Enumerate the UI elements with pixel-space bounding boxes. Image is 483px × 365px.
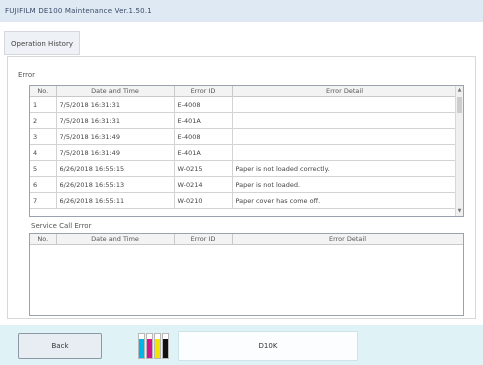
tab-label: Operation History [11,40,73,48]
cell-no: 2 [30,112,57,129]
cell-error-id: E-4008 [174,128,233,145]
cell-datetime: 6/26/2018 16:55:13 [56,176,175,193]
error-table: No. Date and Time Error ID Error Detail … [29,85,464,217]
cell-datetime: 7/5/2018 16:31:49 [56,128,175,145]
cell-datetime: 7/5/2018 16:31:49 [56,144,175,161]
scroll-up-arrow-icon[interactable]: ▲ [456,86,463,95]
ink-fill [163,338,168,358]
cell-datetime: 6/26/2018 16:55:15 [56,160,175,177]
cell-detail [232,112,458,129]
cell-no: 4 [30,144,57,161]
table-row[interactable]: 2 7/5/2018 16:31:31 E-401A [30,112,458,129]
col-header-error-id[interactable]: Error ID [174,86,233,97]
cell-error-id: E-4008 [174,96,233,113]
col-header-error-detail[interactable]: Error Detail [232,86,458,97]
cell-datetime: 6/26/2018 16:55:11 [56,192,175,209]
scroll-thumb[interactable] [457,97,462,113]
ink-level-yellow-icon [154,333,161,359]
cell-error-id: E-401A [174,112,233,129]
col-header-date[interactable]: Date and Time [56,86,175,97]
cell-detail: Paper is not loaded. [232,176,458,193]
error-grid: No. Date and Time Error ID Error Detail … [30,86,458,209]
table-row[interactable]: 4 7/5/2018 16:31:49 E-401A [30,144,458,161]
cell-detail [232,128,458,145]
cell-detail [232,96,458,113]
cell-detail: Paper cover has come off. [232,192,458,209]
tab-operation-history[interactable]: Operation History [4,31,80,55]
cell-detail [232,144,458,161]
col-header-no[interactable]: No. [30,234,57,245]
window-title: FUJIFILM DE100 Maintenance Ver.1.50.1 [5,7,152,15]
ink-fill [155,338,160,358]
bottom-bar: Back D10K [0,325,483,365]
cell-no: 5 [30,160,57,177]
col-header-error-detail[interactable]: Error Detail [232,234,463,245]
col-header-error-id[interactable]: Error ID [174,234,233,245]
service-grid: No. Date and Time Error ID Error Detail [30,234,463,245]
cell-error-id: W-0214 [174,176,233,193]
ink-level-magenta-icon [146,333,153,359]
cell-no: 3 [30,128,57,145]
printer-status: D10K [178,331,358,361]
cell-datetime: 7/5/2018 16:31:31 [56,96,175,113]
cell-no: 7 [30,192,57,209]
cell-error-id: W-0210 [174,192,233,209]
cell-error-id: E-401A [174,144,233,161]
table-row[interactable]: 5 6/26/2018 16:55:15 W-0215 Paper is not… [30,160,458,177]
cell-datetime: 7/5/2018 16:31:31 [56,112,175,129]
cell-detail: Paper is not loaded correctly. [232,160,458,177]
scroll-down-arrow-icon[interactable]: ▼ [456,207,463,216]
back-button[interactable]: Back [18,333,102,359]
col-header-date[interactable]: Date and Time [56,234,175,245]
service-header-row: No. Date and Time Error ID Error Detail [30,234,463,245]
ink-fill [147,338,152,358]
error-section-label: Error [18,71,36,79]
service-call-table: No. Date and Time Error ID Error Detail [29,233,464,316]
ink-level-black-icon [162,333,169,359]
table-row[interactable]: 1 7/5/2018 16:31:31 E-4008 [30,96,458,113]
cell-no: 6 [30,176,57,193]
table-row[interactable]: 7 6/26/2018 16:55:11 W-0210 Paper cover … [30,192,458,209]
error-table-scrollbar[interactable]: ▲ ▼ [455,86,463,216]
service-section-label: Service Call Error [31,222,92,230]
col-header-no[interactable]: No. [30,86,57,97]
error-header-row: No. Date and Time Error ID Error Detail [30,86,458,97]
cell-no: 1 [30,96,57,113]
table-row[interactable]: 6 6/26/2018 16:55:13 W-0214 Paper is not… [30,176,458,193]
ink-level-cyan-icon [138,333,145,359]
title-bar: FUJIFILM DE100 Maintenance Ver.1.50.1 [0,0,483,22]
cell-error-id: W-0215 [174,160,233,177]
table-row[interactable]: 3 7/5/2018 16:31:49 E-4008 [30,128,458,145]
ink-fill [139,338,144,358]
